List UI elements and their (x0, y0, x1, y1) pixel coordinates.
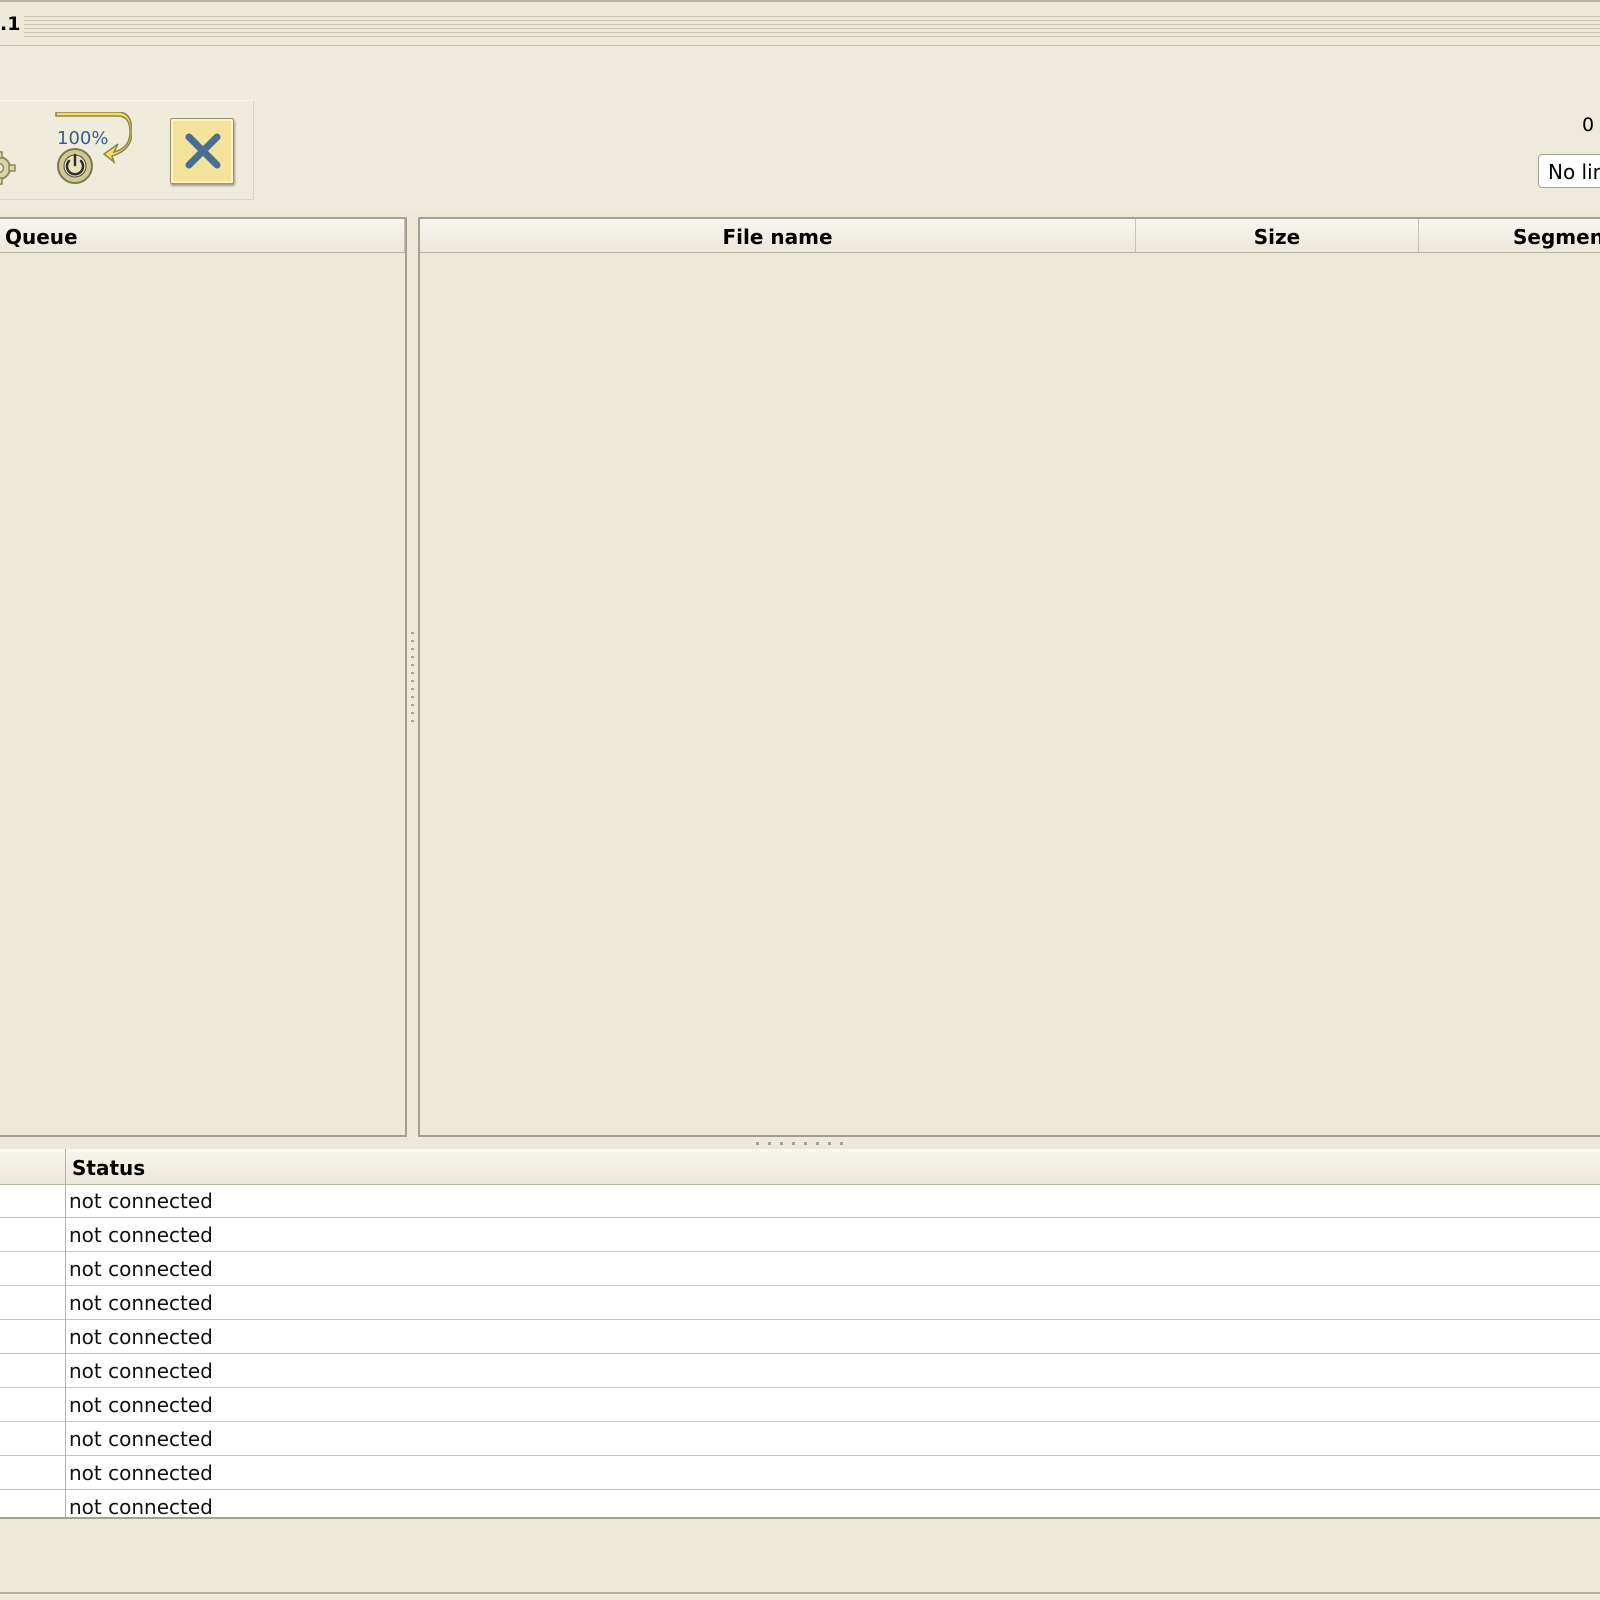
table-row[interactable]: not connected (0, 1354, 1600, 1388)
connections-header (0, 1149, 1600, 1185)
speed-readout: 0 (1582, 114, 1595, 136)
status-cell: not connected (69, 1291, 213, 1315)
status-bar (0, 1519, 1600, 1589)
table-row[interactable]: not connected (0, 1388, 1600, 1422)
connections-table[interactable]: Status not connected not connected not c… (0, 1149, 1600, 1519)
cancel-button[interactable] (170, 118, 234, 184)
status-cell: not connected (69, 1427, 213, 1451)
status-cell: not connected (69, 1461, 213, 1485)
settings-button[interactable] (0, 148, 18, 188)
status-cell: not connected (69, 1325, 213, 1349)
table-row[interactable]: not connected (0, 1252, 1600, 1286)
queue-header-label: Queue (5, 225, 78, 249)
table-row[interactable]: not connected (0, 1286, 1600, 1320)
horizontal-splitter-handle[interactable] (756, 1142, 846, 1145)
column-header-size[interactable]: Size (1136, 219, 1419, 253)
close-icon (185, 133, 221, 169)
status-cell: not connected (69, 1359, 213, 1383)
table-row[interactable]: not connected (0, 1422, 1600, 1456)
window-bottom-edge (0, 1592, 1600, 1594)
status-cell: not connected (69, 1393, 213, 1417)
table-row[interactable]: not connected (0, 1184, 1600, 1218)
status-column-header[interactable]: Status (72, 1156, 145, 1180)
table-row[interactable]: not connected (0, 1218, 1600, 1252)
auto-shutdown-label: 100% (57, 128, 108, 149)
window-title: .1 (0, 13, 21, 35)
table-row[interactable]: not connected (0, 1490, 1600, 1519)
column-separator[interactable] (65, 1149, 66, 1517)
queue-panel[interactable]: Queue (0, 217, 407, 1137)
column-header-file-name[interactable]: File name (420, 219, 1136, 253)
vertical-splitter-handle[interactable] (411, 632, 414, 722)
status-cell: not connected (69, 1257, 213, 1281)
title-bar-grip[interactable] (24, 16, 1600, 38)
table-row[interactable]: not connected (0, 1456, 1600, 1490)
auto-shutdown-button[interactable]: 100% (52, 111, 133, 188)
status-cell: not connected (69, 1495, 213, 1519)
queue-column-header[interactable]: Queue (0, 219, 405, 253)
table-row[interactable]: not connected (0, 1320, 1600, 1354)
status-cell: not connected (69, 1223, 213, 1247)
segments-header-label: Segments (1513, 225, 1600, 249)
status-cell: not connected (69, 1189, 213, 1213)
speed-limit-select[interactable]: No lim (1538, 154, 1600, 188)
file-name-header-label: File name (722, 225, 833, 249)
size-header-label: Size (1253, 225, 1301, 249)
column-header-segments[interactable]: Segments (1419, 219, 1600, 253)
file-list-panel[interactable]: File name Size Segments (418, 217, 1600, 1137)
gear-icon (0, 151, 16, 185)
auto-shutdown-icon: 100% (55, 111, 133, 184)
